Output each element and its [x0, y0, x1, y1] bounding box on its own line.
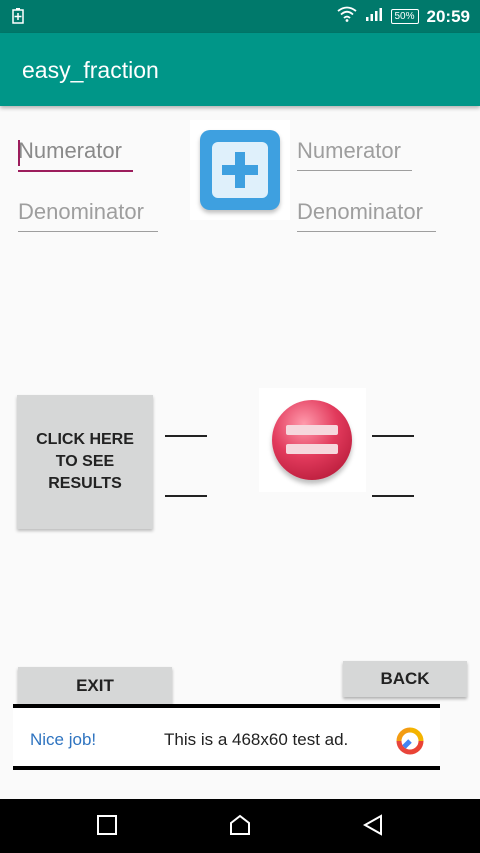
ad-logo-icon	[396, 727, 424, 755]
result-right-numerator-line	[372, 435, 414, 437]
plus-icon	[200, 130, 280, 210]
status-bar: 50% 20:59	[0, 0, 480, 33]
equals-icon	[259, 388, 366, 492]
app-bar: easy_fraction	[0, 33, 480, 106]
battery-indicator: 50%	[390, 9, 419, 24]
clock: 20:59	[426, 6, 470, 26]
result-left-numerator-line	[165, 435, 207, 437]
ad-tagline: Nice job!	[30, 730, 97, 749]
right-denominator-input[interactable]: Denominator	[297, 199, 436, 232]
recents-icon[interactable]	[96, 814, 118, 841]
signal-icon	[365, 7, 383, 26]
left-numerator-placeholder: Numerator	[18, 138, 122, 163]
plus-operator-button[interactable]	[190, 120, 290, 220]
result-left-denominator-line	[165, 495, 207, 497]
text-cursor	[18, 140, 20, 166]
back-label: BACK	[380, 669, 430, 688]
see-results-label: CLICK HERE TO SEE RESULTS	[36, 431, 134, 492]
back-button[interactable]: BACK	[343, 661, 467, 697]
right-numerator-placeholder: Numerator	[297, 138, 401, 163]
battery-saver-icon	[12, 8, 24, 29]
wifi-icon	[336, 6, 357, 27]
right-denominator-placeholder: Denominator	[297, 199, 423, 224]
right-numerator-input[interactable]: Numerator	[297, 138, 412, 171]
see-results-button[interactable]: CLICK HERE TO SEE RESULTS	[17, 395, 153, 529]
left-numerator-input[interactable]: Numerator	[18, 138, 133, 172]
ad-text: This is a 468x60 test ad.	[164, 730, 349, 749]
left-denominator-input[interactable]: Denominator	[18, 199, 158, 232]
exit-button[interactable]: EXIT	[18, 667, 172, 705]
navigation-bar	[0, 799, 480, 853]
home-icon[interactable]	[228, 814, 252, 841]
app-title: easy_fraction	[22, 57, 159, 83]
exit-label: EXIT	[76, 676, 114, 695]
left-denominator-placeholder: Denominator	[18, 199, 144, 224]
back-icon[interactable]	[362, 814, 384, 841]
ad-banner[interactable]: Nice job! This is a 468x60 test ad.	[13, 704, 440, 770]
result-right-denominator-line	[372, 495, 414, 497]
